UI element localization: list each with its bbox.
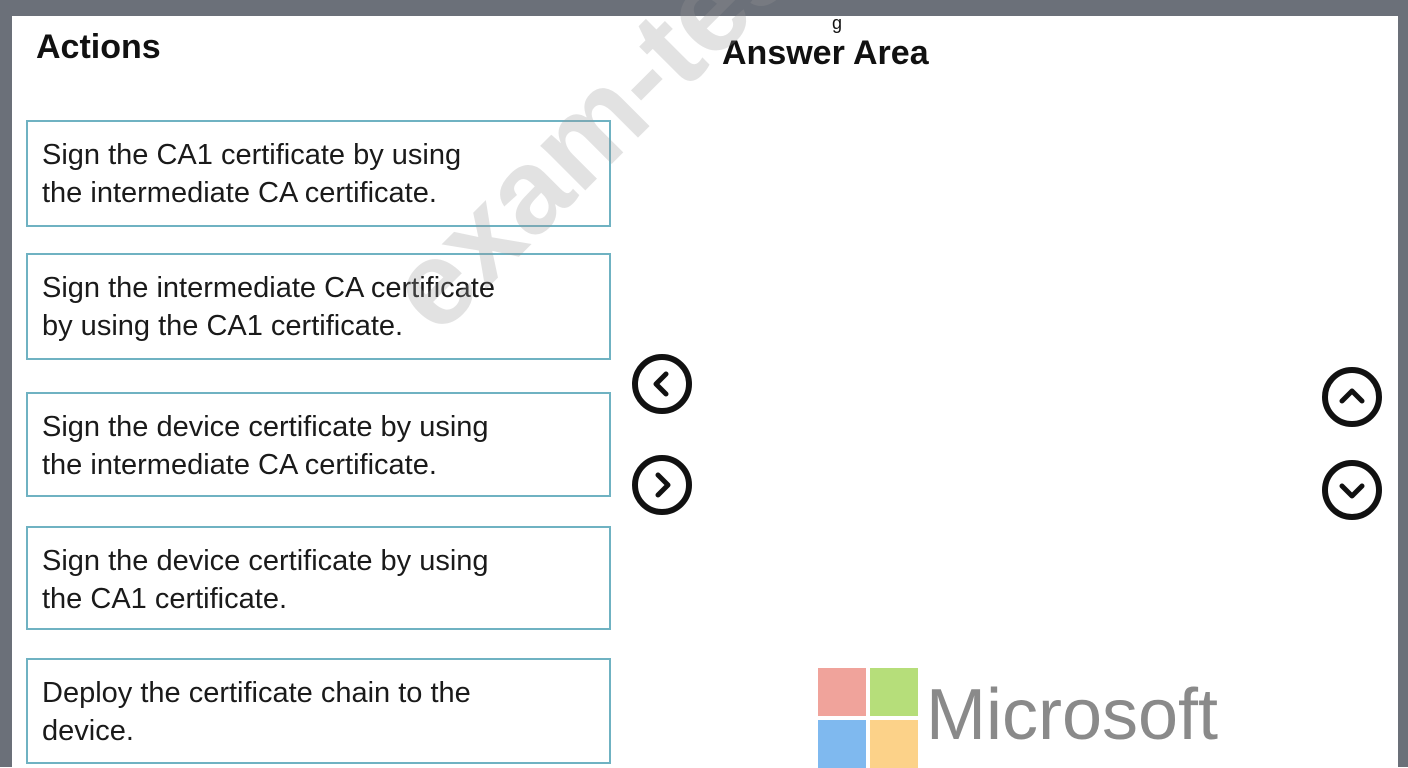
logo-square-blue (818, 720, 866, 768)
top-label: g (832, 13, 843, 33)
logo-square-green (870, 668, 918, 716)
logo-square-yellow (870, 720, 918, 768)
action-item[interactable]: Sign the device certificate by using the… (26, 392, 611, 497)
action-item[interactable]: Deploy the certificate chain to the devi… (26, 658, 611, 764)
action-item[interactable]: Sign the device certificate by using the… (26, 526, 611, 630)
action-item-line-2: the CA1 certificate. (42, 583, 287, 615)
chevron-right-icon (655, 472, 671, 498)
move-down-button[interactable] (1322, 460, 1382, 520)
action-item-line-1: Sign the intermediate CA certificate (42, 272, 495, 304)
logo-text: Microsoft (926, 675, 1219, 755)
action-item-line-2: the intermediate CA certificate. (42, 449, 437, 481)
action-item-line-2: the intermediate CA certificate. (42, 177, 437, 209)
action-item-line-2: device. (42, 715, 134, 747)
answer-area-heading: Answer Area (722, 34, 929, 72)
chevron-left-icon (653, 371, 669, 397)
action-item-line-1: Sign the CA1 certificate by using (42, 139, 462, 171)
answer-area-dropzone[interactable] (720, 110, 1300, 650)
move-up-button[interactable] (1322, 367, 1382, 427)
action-item-line-1: Deploy the certificate chain to the (42, 677, 471, 709)
action-item-line-1: Sign the device certificate by using (42, 545, 489, 577)
chevron-up-icon (1339, 388, 1365, 404)
move-right-button[interactable] (632, 455, 692, 515)
actions-heading: Actions (36, 28, 161, 66)
action-item-line-2: by using the CA1 certificate. (42, 310, 404, 342)
action-item-line-1: Sign the device certificate by using (42, 411, 489, 443)
move-left-button[interactable] (632, 354, 692, 414)
action-item[interactable]: Sign the CA1 certificate by using the in… (26, 120, 611, 227)
action-item[interactable]: Sign the intermediate CA certificate by … (26, 253, 611, 360)
logo-square-red (818, 668, 866, 716)
chevron-down-icon (1339, 483, 1365, 499)
